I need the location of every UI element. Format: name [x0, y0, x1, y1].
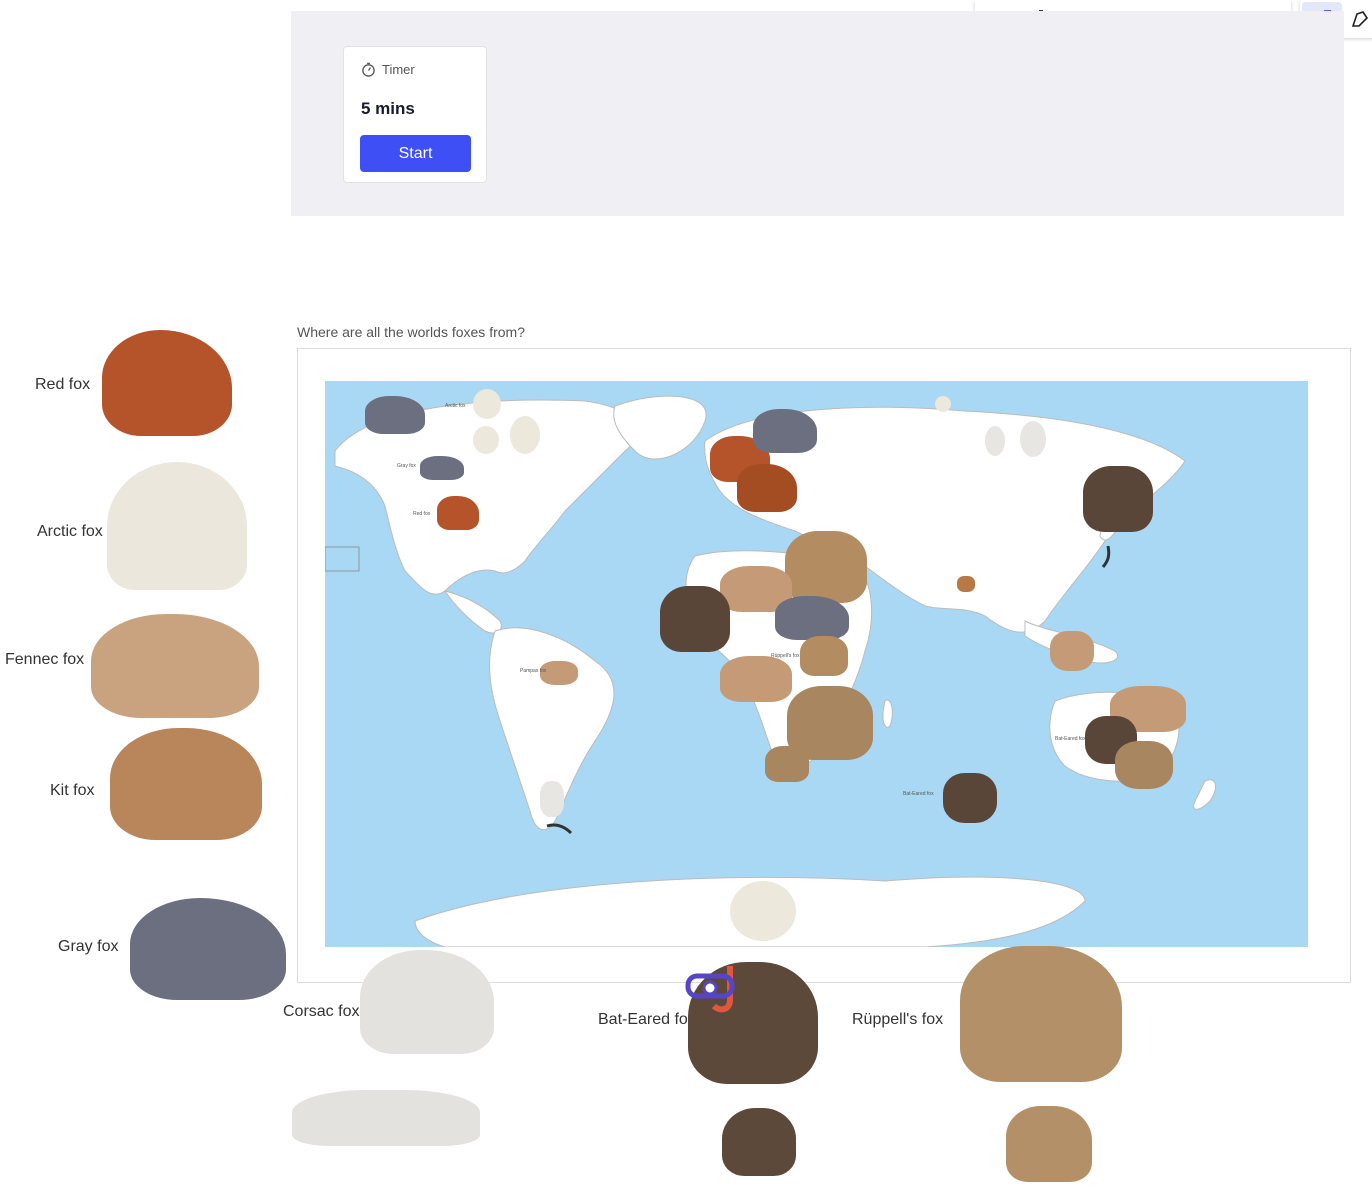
ruppells-fox-sticker[interactable]: [1006, 1106, 1092, 1182]
start-timer-button[interactable]: Start: [360, 135, 471, 172]
map-label-arctic: Arctic fox: [445, 403, 466, 409]
timer-icon: [362, 62, 375, 77]
legend-label-ruppells-fox: Rüppell's fox: [852, 1011, 944, 1028]
corsac-fox-marker[interactable]: [985, 426, 1005, 456]
map-label-ruppell: Rüppell's fox: [771, 653, 800, 659]
legend-label-fennec-fox: Fennec fox: [5, 651, 85, 668]
ruppells-fox-image[interactable]: [960, 946, 1122, 1082]
timer-widget: Timer 5 mins Start: [343, 46, 487, 183]
map-label-pampas: Pampas fox: [520, 668, 547, 674]
pen-icon: [1351, 11, 1369, 27]
gray-fox-image[interactable]: [130, 898, 286, 1000]
arctic-fox-marker[interactable]: [473, 389, 501, 419]
kit-fox-image[interactable]: [110, 728, 262, 840]
arctic-fox-image[interactable]: [107, 462, 247, 590]
corsac-fox-image[interactable]: [360, 950, 494, 1054]
fennec-fox-marker[interactable]: [720, 656, 792, 702]
red-fox-image[interactable]: [102, 330, 232, 436]
ruppells-fox-marker[interactable]: [800, 636, 848, 676]
corsac-fox-marker[interactable]: [540, 781, 564, 817]
bat-eared-fox-marker[interactable]: [943, 773, 997, 823]
bat-eared-fox-sticker[interactable]: [722, 1108, 796, 1176]
bat-eared-fox-marker[interactable]: [660, 586, 730, 652]
snorkel-mask-icon: [685, 966, 735, 1013]
map-label-bat-eared: Bat-Eared fox: [1055, 736, 1086, 742]
legend-label-corsac-fox: Corsac fox: [283, 1003, 360, 1020]
gray-fox-marker[interactable]: [365, 396, 425, 434]
arrow-icon: [546, 823, 573, 835]
fennec-fox-image[interactable]: [91, 614, 259, 718]
ruppells-fox-marker[interactable]: [785, 531, 867, 603]
pen-tool-button[interactable]: [1342, 3, 1372, 35]
legend-label-arctic-fox: Arctic fox: [37, 523, 103, 540]
legend-label-gray-fox: Gray fox: [58, 938, 119, 955]
red-fox-marker[interactable]: [737, 464, 797, 512]
timer-heading: Timer: [382, 62, 415, 77]
ruppells-fox-marker[interactable]: [1115, 741, 1173, 789]
arctic-fox-marker[interactable]: [510, 416, 540, 454]
map-label-red: Red fox: [413, 511, 431, 517]
gray-fox-marker[interactable]: [753, 409, 817, 453]
legend-label-kit-fox: Kit fox: [50, 782, 95, 799]
arrow-icon: [1101, 545, 1111, 568]
bat-eared-fox-marker[interactable]: [1083, 466, 1153, 532]
legend-label-bat-eared-fox: Bat-Eared fox: [598, 1011, 696, 1028]
arctic-fox-marker[interactable]: [473, 426, 499, 454]
board-question: Where are all the worlds foxes from?: [297, 324, 525, 340]
gray-fox-marker[interactable]: [420, 456, 464, 480]
timer-duration[interactable]: 5 mins: [361, 99, 415, 119]
red-fox-marker[interactable]: [437, 496, 479, 530]
arctic-fox-marker[interactable]: [935, 396, 951, 412]
corsac-fox-stickers[interactable]: [292, 1090, 480, 1146]
arctic-fox-marker[interactable]: [730, 881, 796, 941]
map-label-gray: Gray fox: [397, 463, 416, 469]
ruppells-fox-marker[interactable]: [765, 746, 809, 782]
map-label-bat-eared: Bat-Eared fox: [903, 791, 934, 797]
fennec-fox-marker[interactable]: [1050, 631, 1094, 671]
world-map[interactable]: Arctic fox Red fox Gray fox Pampas fox R…: [325, 381, 1308, 947]
legend-label-red-fox: Red fox: [35, 376, 91, 393]
red-fox-marker[interactable]: [957, 576, 975, 592]
gray-fox-marker[interactable]: [775, 596, 849, 640]
corsac-fox-marker[interactable]: [1020, 421, 1046, 457]
